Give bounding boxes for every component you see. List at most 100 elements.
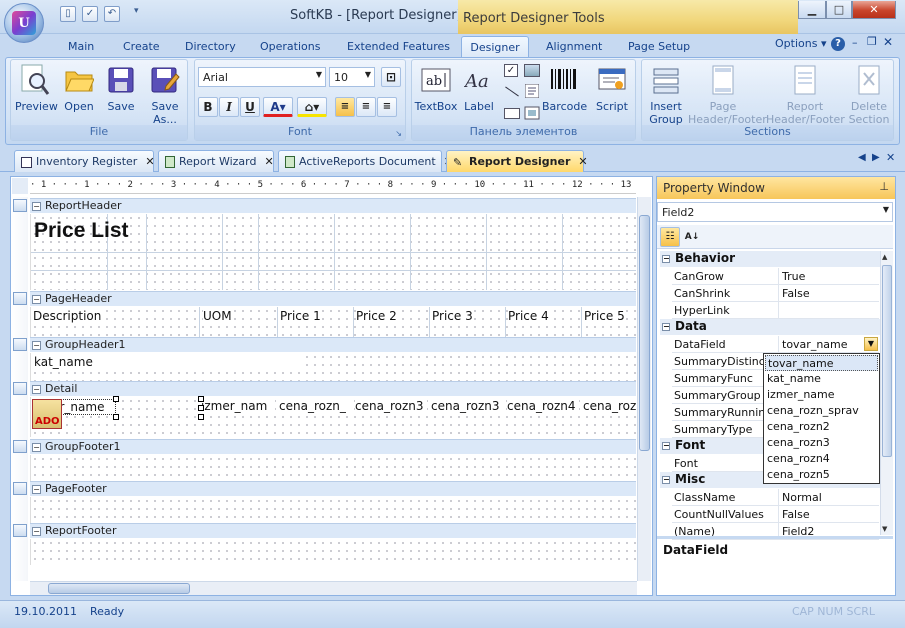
barcode-button[interactable]: Barcode <box>542 64 587 113</box>
price2-header-field[interactable]: Price 2 <box>356 309 397 323</box>
ado-datasource-icon[interactable]: ADO <box>32 399 62 429</box>
tab-main[interactable]: Main <box>60 36 102 58</box>
section-report-header[interactable]: − ReportHeader <box>30 198 636 213</box>
datafield-dropdown-list[interactable]: tovar_name kat_name izmer_name cena_rozn… <box>763 353 880 484</box>
dropdown-option[interactable]: cena_rozn3 <box>765 435 878 451</box>
section-grip[interactable] <box>13 382 27 395</box>
italic-button[interactable]: I <box>219 97 239 117</box>
doc-tab-activereports-document[interactable]: ActiveReports Document✕ <box>278 150 453 172</box>
page-header-footer-button[interactable]: Page Header/Footer <box>688 64 767 126</box>
undo-icon[interactable]: ↶ <box>104 6 120 22</box>
section-grip[interactable] <box>13 338 27 351</box>
mdi-restore-icon[interactable]: ❐ <box>867 35 877 48</box>
tab-scroll-left-icon[interactable]: ◀ <box>858 152 866 163</box>
object-selector[interactable]: Field2 ▼ <box>657 202 893 222</box>
page-header-body[interactable]: Description UOM Price 1 Price 2 Price 3 … <box>30 307 636 337</box>
izmer-nam-field[interactable]: izmer_nam <box>201 399 275 413</box>
tab-alignment[interactable]: Alignment <box>538 36 610 58</box>
close-window-button[interactable]: ✕ <box>852 1 896 19</box>
dropdown-option[interactable]: tovar_name <box>765 355 878 371</box>
line-tool-icon[interactable] <box>505 86 519 97</box>
prop-row-countnullvalues[interactable]: CountNullValues False <box>672 506 879 523</box>
mdi-minimize-icon[interactable]: – <box>852 36 858 49</box>
dropdown-option[interactable]: cena_rozn5 <box>765 467 878 483</box>
section-report-footer[interactable]: − ReportFooter <box>30 523 636 538</box>
cena-rozn5-field[interactable]: cena_roz <box>583 399 637 413</box>
prop-row-classname[interactable]: ClassName Normal <box>672 489 879 506</box>
minimize-button[interactable]: ▁ <box>798 1 826 19</box>
save-button[interactable]: Save <box>104 64 138 113</box>
page-footer-body[interactable] <box>30 497 636 523</box>
picture-tool-icon[interactable] <box>524 64 540 77</box>
tab-extended-features[interactable]: Extended Features <box>339 36 458 58</box>
section-detail[interactable]: − Detail <box>30 381 636 396</box>
textbox-button[interactable]: ab TextBox <box>414 64 458 113</box>
report-header-body[interactable]: Price List <box>30 214 636 290</box>
resize-handle[interactable] <box>198 414 204 420</box>
align-right-button[interactable]: ≡ <box>377 97 397 117</box>
group-footer-body[interactable] <box>30 455 636 481</box>
align-left-button[interactable]: ≡ <box>335 97 355 117</box>
categorized-view-icon[interactable]: ☷ <box>660 227 680 247</box>
maximize-button[interactable]: □ <box>826 1 852 19</box>
cena-rozn-field[interactable]: cena_rozn_ <box>279 399 351 413</box>
prop-row-hyperlink[interactable]: HyperLink <box>672 302 879 319</box>
report-title-field[interactable]: Price List <box>34 219 129 243</box>
highlight-color-button[interactable]: ⌂▾ <box>297 97 327 117</box>
shape-tool-icon[interactable] <box>504 108 520 119</box>
tab-scroll-right-icon[interactable]: ▶ <box>872 152 880 163</box>
close-tab-icon[interactable]: ✕ <box>578 155 587 168</box>
subreport-tool-icon[interactable] <box>524 106 540 120</box>
resize-handle[interactable] <box>198 396 204 402</box>
cena-rozn3-field[interactable]: cena_rozn3 <box>431 399 503 413</box>
help-icon[interactable]: ? <box>831 37 845 51</box>
dropdown-option[interactable]: kat_name <box>765 371 878 387</box>
section-grip[interactable] <box>13 440 27 453</box>
tab-directory[interactable]: Directory <box>177 36 244 58</box>
close-tab-icon[interactable]: ✕ <box>145 155 154 168</box>
doc-tab-inventory-register[interactable]: Inventory Register ✕ <box>14 150 155 172</box>
tab-page-setup[interactable]: Page Setup <box>620 36 698 58</box>
insert-group-button[interactable]: Insert Group <box>644 64 688 126</box>
mdi-close-icon[interactable]: ✕ <box>883 35 893 49</box>
delete-section-button[interactable]: Delete Section <box>846 64 892 126</box>
dropdown-option[interactable]: cena_rozn_sprav <box>765 403 878 419</box>
group-header-body[interactable]: kat_name <box>30 353 636 381</box>
designer-vertical-scrollbar[interactable] <box>637 197 651 581</box>
price5-header-field[interactable]: Price 5 <box>584 309 625 323</box>
prop-row-canshrink[interactable]: CanShrink False <box>672 285 879 302</box>
dropdown-option[interactable]: cena_rozn4 <box>765 451 878 467</box>
section-group-footer[interactable]: − GroupFooter1 <box>30 439 636 454</box>
cena-rozn2-field[interactable]: cena_rozn3 <box>355 399 427 413</box>
resize-handle[interactable] <box>198 405 204 411</box>
resize-handle[interactable] <box>113 396 119 402</box>
preview-button[interactable]: Preview <box>15 64 58 113</box>
richtext-tool-icon[interactable] <box>524 83 540 99</box>
underline-button[interactable]: U <box>240 97 260 117</box>
description-header-field[interactable]: Description <box>33 309 102 323</box>
tab-operations[interactable]: Operations <box>252 36 328 58</box>
align-center-button[interactable]: ≡ <box>356 97 376 117</box>
pin-icon[interactable]: ⊥ <box>879 180 889 193</box>
detail-body[interactable]: tovar_name izmer_nam cena_rozn_ cena_roz… <box>30 396 637 437</box>
new-doc-icon[interactable]: ▯ <box>60 6 76 22</box>
close-all-tabs-icon[interactable]: ✕ <box>886 151 895 164</box>
close-tab-icon[interactable]: ✕ <box>264 155 273 168</box>
section-grip[interactable] <box>13 524 27 537</box>
doc-tab-report-wizard[interactable]: Report Wizard ✕ <box>158 150 274 172</box>
font-name-combo[interactable]: Arial ▼ <box>198 67 326 87</box>
property-grid-scrollbar[interactable]: ▲ ▼ <box>880 251 893 535</box>
splitter[interactable] <box>657 536 893 539</box>
script-button[interactable]: Script <box>592 64 632 113</box>
tab-create[interactable]: Create <box>115 36 168 58</box>
cena-rozn4-field[interactable]: cena_rozn4 <box>507 399 579 413</box>
alphabetical-sort-icon[interactable]: A↓ <box>682 227 702 247</box>
doc-tab-report-designer[interactable]: ✎ Report Designer ✕ <box>446 150 588 172</box>
dropdown-option[interactable]: cena_rozn2 <box>765 419 878 435</box>
resize-handle[interactable] <box>113 414 119 420</box>
app-menu-button[interactable]: U <box>4 3 44 43</box>
prop-row-cangrow[interactable]: CanGrow True <box>672 268 879 285</box>
report-footer-body[interactable] <box>30 539 636 565</box>
open-button[interactable]: Open <box>61 64 97 113</box>
grow-font-icon[interactable]: ⊡ <box>381 67 401 87</box>
